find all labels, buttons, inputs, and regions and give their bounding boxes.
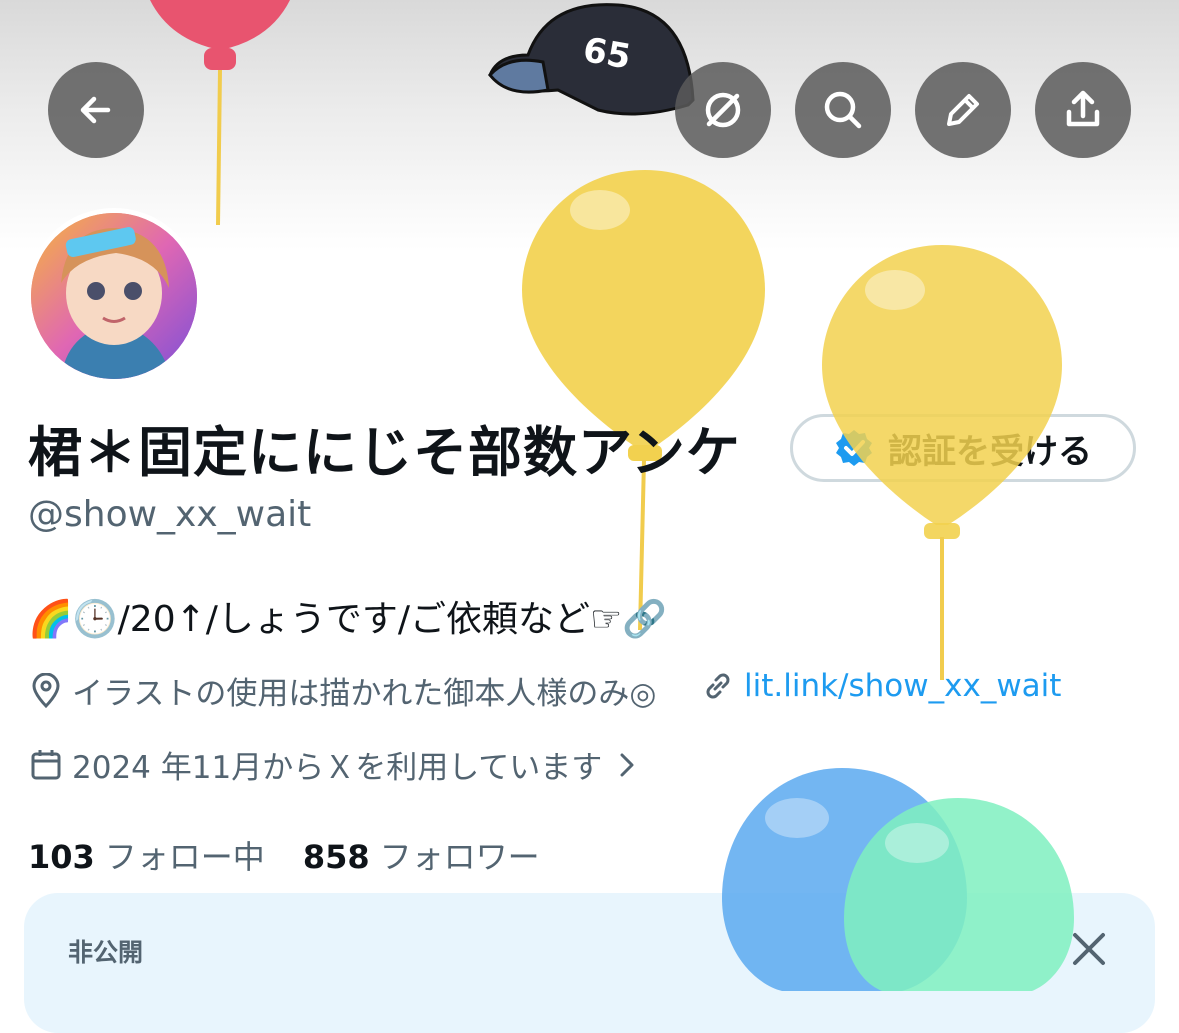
location-pin-icon	[32, 672, 60, 708]
bio-text: /20↑/しょうです/ご依頼など☞🔗	[117, 599, 668, 640]
avatar-illustration	[31, 213, 197, 379]
yellow-balloon-decoration	[522, 170, 765, 631]
following-count: 103	[28, 838, 95, 876]
back-arrow-icon	[80, 96, 111, 124]
link-icon	[706, 673, 730, 699]
blue-green-balloons-decoration	[722, 768, 1074, 991]
follow-stats: 103 フォロー中 858 フォロワー	[28, 832, 578, 878]
yellow-balloon-decoration-2	[822, 245, 1062, 680]
following-link[interactable]: 103 フォロー中	[28, 838, 303, 876]
grok-icon	[705, 92, 741, 128]
search-icon	[824, 91, 862, 129]
share-button[interactable]	[1035, 62, 1131, 158]
profile-bio: 🌈🕒/20↑/しょうです/ご依頼など☞🔗	[28, 590, 667, 642]
followers-count: 858	[302, 838, 370, 876]
share-icon	[1066, 90, 1100, 127]
profile-handle: @show_xx_wait	[28, 494, 312, 535]
pencil-icon	[947, 94, 979, 126]
cap-decoration: 65	[488, 3, 695, 116]
following-label: フォロー中	[104, 838, 265, 876]
calendar-icon	[31, 749, 61, 779]
card-title: 非公開	[68, 938, 144, 967]
profile-location: イラストの使用は描かれた御本人様のみ◎	[28, 668, 656, 713]
location-text: イラストの使用は描かれた御本人様のみ◎	[72, 676, 657, 712]
joined-text: 2024 年11月からＸを利用しています	[72, 750, 603, 786]
profile-avatar[interactable]	[26, 208, 202, 384]
grok-button[interactable]	[675, 62, 771, 158]
bio-emoji: 🌈🕒	[28, 599, 118, 640]
search-button[interactable]	[795, 62, 891, 158]
followers-link[interactable]: 858 フォロワー	[303, 838, 578, 876]
svg-text:65: 65	[580, 30, 634, 78]
red-balloon-decoration	[150, 0, 290, 226]
followers-label: フォロワー	[379, 838, 540, 876]
profile-name: 桾＊固定ににじそ部数アンケ	[28, 421, 741, 484]
back-button[interactable]	[48, 62, 144, 158]
edit-button[interactable]	[915, 62, 1011, 158]
profile-joined[interactable]: 2024 年11月からＸを利用しています	[28, 742, 646, 787]
chevron-right-icon	[620, 753, 634, 776]
